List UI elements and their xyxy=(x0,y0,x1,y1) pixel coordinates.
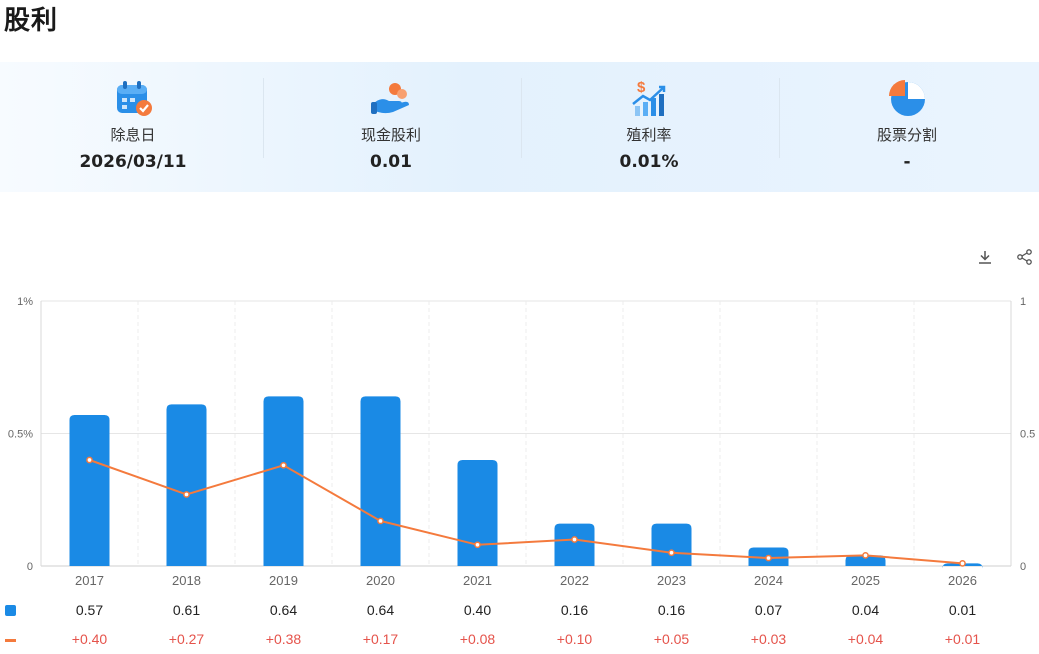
line-point xyxy=(765,554,772,562)
bar xyxy=(166,404,207,566)
y-right-tick-label: 0 xyxy=(1020,561,1026,573)
bar xyxy=(69,414,110,566)
data-label-value: 0.64 xyxy=(367,602,394,618)
dividend-chart: 0 0.5% 1% 0 0.5 1 2017 2018 2019 2020 2021 2022 2023… xyxy=(5,296,1035,647)
x-tick-label: 2018 xyxy=(172,573,201,588)
calendar-check-icon xyxy=(117,81,152,116)
data-label-change: +0.40 xyxy=(72,631,108,647)
x-tick-label: 2021 xyxy=(463,573,492,588)
y-right-tick-label: 1 xyxy=(1020,296,1026,308)
data-label-value: 0.01 xyxy=(949,602,976,618)
line-point xyxy=(280,461,287,469)
summary-label: 现金股利 xyxy=(360,126,421,144)
x-tick-label: 2024 xyxy=(754,573,783,588)
data-label-value: 0.40 xyxy=(464,602,491,618)
line-point xyxy=(668,549,675,557)
data-label-value: 0.61 xyxy=(173,602,200,618)
legend-marker-bar xyxy=(5,605,16,616)
dollar-growth-chart-icon: $ xyxy=(632,79,666,116)
data-label-change: +0.10 xyxy=(557,631,593,647)
summary-label: 除息日 xyxy=(110,126,156,144)
bar xyxy=(263,396,304,566)
x-tick-label: 2019 xyxy=(269,573,298,588)
summary-value: - xyxy=(903,152,911,172)
x-tick-label: 2017 xyxy=(75,573,104,588)
x-tick-label: 2026 xyxy=(948,573,977,588)
bar xyxy=(554,523,595,566)
x-tick-label: 2023 xyxy=(657,573,686,588)
data-label-value: 0.16 xyxy=(561,602,588,618)
page-title: 股利 xyxy=(4,6,59,36)
data-label-change: +0.17 xyxy=(363,631,399,647)
x-tick-label: 2025 xyxy=(851,573,880,588)
y-left-tick-label: 0 xyxy=(27,561,33,573)
x-tick-label: 2022 xyxy=(560,573,589,588)
svg-text:$: $ xyxy=(637,79,646,96)
data-label-change: +0.05 xyxy=(654,631,690,647)
data-label-change: +0.04 xyxy=(848,631,884,647)
legend-marker-line xyxy=(5,639,16,642)
x-tick-label: 2020 xyxy=(366,573,395,588)
summary-label: 殖利率 xyxy=(626,126,672,144)
data-label-change: +0.01 xyxy=(945,631,981,647)
line-point xyxy=(862,552,869,559)
pie-chart-icon xyxy=(889,80,925,116)
summary-label: 股票分割 xyxy=(876,126,937,144)
dividend-summary-panel: 除息日 2026/03/11 现金股利 0.01 $ 殖利率 0.01% 股票分… xyxy=(0,62,1039,192)
y-left-tick-label: 0.5% xyxy=(8,429,33,441)
bar xyxy=(651,523,692,566)
data-label-value: 0.16 xyxy=(658,602,685,618)
line-point xyxy=(377,517,384,525)
summary-ex-dividend-date: 除息日 2026/03/11 xyxy=(4,62,262,192)
data-label-value: 0.57 xyxy=(76,602,103,618)
data-label-change: +0.38 xyxy=(266,631,302,647)
data-label-change: +0.03 xyxy=(751,631,787,647)
data-label-change: +0.08 xyxy=(460,631,496,647)
download-icon[interactable] xyxy=(976,248,994,266)
summary-value: 2026/03/11 xyxy=(79,152,187,172)
summary-stock-split: 股票分割 - xyxy=(778,62,1036,192)
data-label-change: +0.27 xyxy=(169,631,205,647)
data-label-value: 0.07 xyxy=(755,602,782,618)
line-point xyxy=(474,541,481,549)
line-point xyxy=(959,560,966,567)
line-point xyxy=(571,536,578,543)
summary-value: 0.01% xyxy=(619,152,679,172)
y-left-tick-label: 1% xyxy=(17,296,33,308)
hand-coins-icon xyxy=(371,83,409,114)
summary-cash-dividend: 现金股利 0.01 xyxy=(262,62,520,192)
line-point xyxy=(183,491,190,498)
summary-value: 0.01 xyxy=(370,152,412,172)
bar xyxy=(457,460,498,566)
bar xyxy=(360,396,401,566)
line-point xyxy=(86,456,93,464)
share-icon[interactable] xyxy=(1016,248,1034,266)
y-right-tick-label: 0.5 xyxy=(1020,429,1035,441)
data-label-value: 0.04 xyxy=(852,602,879,618)
summary-dividend-yield: $ 殖利率 0.01% xyxy=(520,62,778,192)
data-label-value: 0.64 xyxy=(270,602,297,618)
